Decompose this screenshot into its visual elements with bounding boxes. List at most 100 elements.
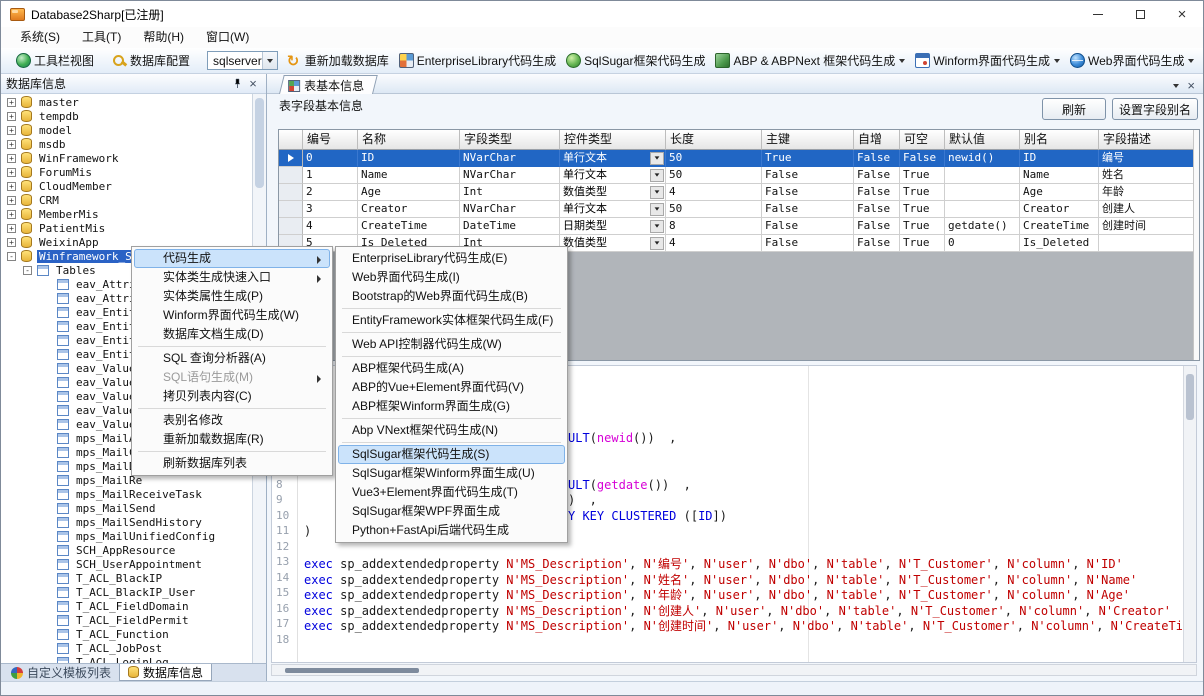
expander-icon[interactable]: + xyxy=(7,126,16,135)
cell-r1-c5[interactable]: False xyxy=(762,167,854,184)
cell-r0-c0[interactable]: 0 xyxy=(303,150,358,167)
submenu-item-2[interactable]: Bootstrap的Web界面代码生成(B) xyxy=(338,287,565,306)
cell-r2-c5[interactable]: False xyxy=(762,184,854,201)
submenu-item-4[interactable]: EntityFramework实体框架代码生成(F) xyxy=(338,311,565,330)
tree-item-model[interactable]: +model xyxy=(1,123,252,137)
grid-corner-cell[interactable] xyxy=(279,130,303,150)
database-type-combo[interactable]: sqlserver xyxy=(207,51,278,70)
tab-table-basic-info[interactable]: 表基本信息 xyxy=(279,75,378,94)
toolbar-button-11[interactable]: Web界面代码生成 xyxy=(1065,50,1199,72)
submenu-item-8[interactable]: ABP框架代码生成(A) xyxy=(338,359,565,378)
tree-item-mps_MailSendHistory[interactable]: mps_MailSendHistory xyxy=(1,515,252,529)
cell-r0-c6[interactable]: False xyxy=(854,150,900,167)
cell-r2-c3[interactable]: 数值类型 xyxy=(560,184,666,201)
tree-item-WinFramework[interactable]: +WinFramework xyxy=(1,151,252,165)
context-menu-item-4[interactable]: 数据库文档生成(D) xyxy=(134,325,330,344)
submenu-item-17[interactable]: SqlSugar框架WPF界面生成 xyxy=(338,502,565,521)
cell-r1-c1[interactable]: Name xyxy=(358,167,460,184)
cell-r4-c10[interactable]: 创建时间 xyxy=(1099,218,1194,235)
expander-icon[interactable]: + xyxy=(7,168,16,177)
cell-r4-c6[interactable]: False xyxy=(854,218,900,235)
tree-item-T_ACL_FieldDomain[interactable]: T_ACL_FieldDomain xyxy=(1,599,252,613)
grid-column-header-1[interactable]: 名称 xyxy=(358,130,460,150)
cell-r2-c8[interactable] xyxy=(945,184,1020,201)
editor-vscroll-thumb[interactable] xyxy=(1186,374,1194,420)
toolbar-button-3[interactable]: 数据库配置 xyxy=(107,50,195,72)
grid-scrollbar[interactable] xyxy=(1193,130,1199,360)
cell-r0-c8[interactable]: newid() xyxy=(945,150,1020,167)
cell-r4-c7[interactable]: True xyxy=(900,218,945,235)
cell-r1-c0[interactable]: 1 xyxy=(303,167,358,184)
submenu-item-15[interactable]: SqlSugar框架Winform界面生成(U) xyxy=(338,464,565,483)
combo-dropdown-icon[interactable] xyxy=(650,169,664,182)
cell-r3-c9[interactable]: Creator xyxy=(1020,201,1099,218)
cell-r1-c3[interactable]: 单行文本 xyxy=(560,167,666,184)
menubar-item-0[interactable]: 系统(S) xyxy=(9,27,71,48)
cell-r1-c7[interactable]: True xyxy=(900,167,945,184)
expander-icon[interactable]: + xyxy=(7,182,16,191)
toolbar-button-1[interactable]: 工具栏视图 xyxy=(11,50,99,72)
cell-r5-c8[interactable]: 0 xyxy=(945,235,1020,252)
cell-r5-c4[interactable]: 4 xyxy=(666,235,762,252)
cell-r1-c2[interactable]: NVarChar xyxy=(460,167,560,184)
tree-item-mps_MailSend[interactable]: mps_MailSend xyxy=(1,501,252,515)
tree-item-ForumMis[interactable]: +ForumMis xyxy=(1,165,252,179)
expander-icon[interactable]: + xyxy=(7,196,16,205)
grid-column-header-6[interactable]: 自增 xyxy=(854,130,900,150)
tree-item-CRM[interactable]: +CRM xyxy=(1,193,252,207)
grid-column-header-7[interactable]: 可空 xyxy=(900,130,945,150)
table-row-3[interactable]: 3CreatorNVarChar单行文本50FalseFalseTrueCrea… xyxy=(279,201,1199,218)
cell-r3-c1[interactable]: Creator xyxy=(358,201,460,218)
tree-item-T_ACL_BlackIP_User[interactable]: T_ACL_BlackIP_User xyxy=(1,585,252,599)
tree-item-T_ACL_LoginLog[interactable]: T_ACL_LoginLog xyxy=(1,655,252,663)
expander-icon[interactable]: + xyxy=(7,112,16,121)
toolbar-button-10[interactable]: Winform界面代码生成 xyxy=(910,50,1065,72)
editor-hscroll-thumb[interactable] xyxy=(285,668,419,673)
menubar-item-3[interactable]: 窗口(W) xyxy=(195,27,260,48)
row-marker[interactable] xyxy=(279,150,303,167)
combo-dropdown-icon[interactable] xyxy=(650,237,664,250)
menubar-item-2[interactable]: 帮助(H) xyxy=(132,27,195,48)
tree-item-SCH_AppResource[interactable]: SCH_AppResource xyxy=(1,543,252,557)
menubar-item-1[interactable]: 工具(T) xyxy=(71,27,132,48)
cell-r1-c9[interactable]: Name xyxy=(1020,167,1099,184)
cell-r5-c3[interactable]: 数值类型 xyxy=(560,235,666,252)
cell-r3-c4[interactable]: 50 xyxy=(666,201,762,218)
context-menu-item-8[interactable]: 拷贝列表内容(C) xyxy=(134,387,330,406)
cell-r0-c5[interactable]: True xyxy=(762,150,854,167)
context-menu-item-2[interactable]: 实体类属性生成(P) xyxy=(134,287,330,306)
toolbar-button-9[interactable]: ABP & ABPNext 框架代码生成 xyxy=(710,50,910,72)
table-row-4[interactable]: 4CreateTimeDateTime日期类型8FalseFalseTruege… xyxy=(279,218,1199,235)
cell-r5-c10[interactable] xyxy=(1099,235,1194,252)
cell-r3-c5[interactable]: False xyxy=(762,201,854,218)
minimize-button[interactable] xyxy=(1077,1,1119,27)
table-row-0[interactable]: 0IDNVarChar单行文本50TrueFalseFalsenewid()ID… xyxy=(279,150,1199,167)
tree-scrollbar-thumb[interactable] xyxy=(255,98,264,188)
combo-dropdown-icon[interactable] xyxy=(650,186,664,199)
row-marker[interactable] xyxy=(279,201,303,218)
cell-r3-c6[interactable]: False xyxy=(854,201,900,218)
editor-vertical-scrollbar[interactable] xyxy=(1183,366,1196,662)
tree-item-T_ACL_JobPost[interactable]: T_ACL_JobPost xyxy=(1,641,252,655)
cell-r2-c4[interactable]: 4 xyxy=(666,184,762,201)
row-marker[interactable] xyxy=(279,184,303,201)
tab-close-icon[interactable] xyxy=(1187,79,1195,93)
cell-r3-c0[interactable]: 3 xyxy=(303,201,358,218)
panel-close-button[interactable] xyxy=(245,76,261,92)
editor-horizontal-scrollbar[interactable] xyxy=(271,664,1197,676)
cell-r3-c3[interactable]: 单行文本 xyxy=(560,201,666,218)
tree-item-T_ACL_FieldPermit[interactable]: T_ACL_FieldPermit xyxy=(1,613,252,627)
chevron-down-icon[interactable] xyxy=(262,52,277,69)
cell-r5-c6[interactable]: False xyxy=(854,235,900,252)
context-menu-item-13[interactable]: 刷新数据库列表 xyxy=(134,454,330,473)
submenu-item-1[interactable]: Web界面代码生成(I) xyxy=(338,268,565,287)
tree-item-MemberMis[interactable]: +MemberMis xyxy=(1,207,252,221)
cell-r1-c4[interactable]: 50 xyxy=(666,167,762,184)
expander-icon[interactable]: + xyxy=(7,140,16,149)
submenu-item-6[interactable]: Web API控制器代码生成(W) xyxy=(338,335,565,354)
table-row-2[interactable]: 2AgeInt数值类型4FalseFalseTrueAge年龄 xyxy=(279,184,1199,201)
cell-r4-c0[interactable]: 4 xyxy=(303,218,358,235)
submenu-item-10[interactable]: ABP框架Winform界面生成(G) xyxy=(338,397,565,416)
context-menu-item-1[interactable]: 实体类生成快速入口 xyxy=(134,268,330,287)
side-tab-1[interactable]: 数据库信息 xyxy=(119,664,212,681)
